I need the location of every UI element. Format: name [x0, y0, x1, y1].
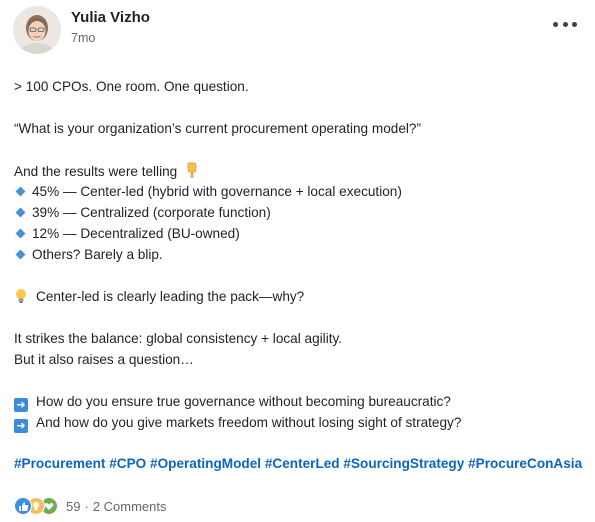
avatar-photo — [13, 6, 61, 54]
prompt-item: ➜ And how do you give markets freedom wit… — [14, 414, 461, 433]
more-dot-icon — [572, 21, 577, 27]
hashtag-link[interactable]: #CPO — [109, 456, 146, 471]
post-question: “What is your organization’s current pro… — [14, 121, 422, 136]
right-arrow-icon: ➜ — [14, 398, 28, 412]
reactions-summary[interactable] — [14, 497, 58, 515]
hashtag-link[interactable]: #ProcureConAsia — [468, 456, 582, 471]
author-name[interactable]: Yulia Vizho — [71, 9, 150, 26]
result-text: Others? Barely a blip. — [32, 247, 163, 262]
social-counts: 59 · 2 Comments — [14, 496, 167, 516]
right-arrow-icon: ➜ — [14, 419, 28, 433]
pointing-down-hand-icon — [185, 162, 199, 183]
results-intro: And the results were telling — [14, 162, 199, 183]
author-avatar[interactable] — [13, 6, 61, 54]
hashtag-row: #Procurement #CPO #OperatingModel #Cente… — [14, 456, 582, 471]
more-dot-icon — [562, 21, 568, 27]
prompt-text: And how do you give markets freedom with… — [36, 415, 462, 430]
comments-count-link[interactable]: 2 Comments — [93, 499, 167, 514]
post-intro: > 100 CPOs. One room. One question. — [14, 79, 249, 94]
separator-dot: · — [84, 498, 89, 514]
blue-diamond-icon — [15, 186, 26, 197]
result-text: 39% — Centralized (corporate function) — [32, 205, 271, 220]
insight-text: Center-led is clearly leading the pack—w… — [36, 289, 305, 304]
result-item: 39% — Centralized (corporate function) — [14, 204, 271, 222]
hashtag-link[interactable]: #CenterLed — [265, 456, 340, 471]
post-timestamp: 7mo — [71, 31, 96, 45]
more-options-button[interactable] — [553, 14, 577, 34]
blue-diamond-icon — [15, 207, 26, 218]
result-item: 45% — Center-led (hybrid with governance… — [14, 183, 402, 201]
prompt-item: ➜ How do you ensure true governance witho… — [14, 393, 451, 412]
blue-diamond-icon — [15, 249, 26, 260]
question-line: But it also raises a question… — [14, 352, 194, 367]
like-icon — [14, 497, 32, 515]
reactions-count[interactable]: 59 — [66, 499, 80, 514]
balance-line: It strikes the balance: global consisten… — [14, 331, 343, 346]
result-item: Others? Barely a blip. — [14, 246, 163, 264]
more-dot-icon — [553, 21, 558, 27]
hashtag-link[interactable]: #Procurement — [14, 456, 105, 471]
insight-line: Center-led is clearly leading the pack—w… — [14, 288, 304, 306]
light-bulb-icon — [14, 288, 28, 304]
hashtag-link[interactable]: #OperatingModel — [150, 456, 261, 471]
result-text: 12% — Decentralized (BU-owned) — [32, 226, 240, 241]
result-item: 12% — Decentralized (BU-owned) — [14, 225, 240, 243]
results-intro-text: And the results were telling — [14, 164, 178, 180]
feed-post: Yulia Vizho 7mo > 100 CPOs. One room. On… — [0, 0, 595, 522]
blue-diamond-icon — [15, 228, 26, 239]
result-text: 45% — Center-led (hybrid with governance… — [32, 184, 402, 199]
prompt-text: How do you ensure true governance withou… — [36, 394, 451, 409]
hashtag-link[interactable]: #SourcingStrategy — [343, 456, 464, 471]
